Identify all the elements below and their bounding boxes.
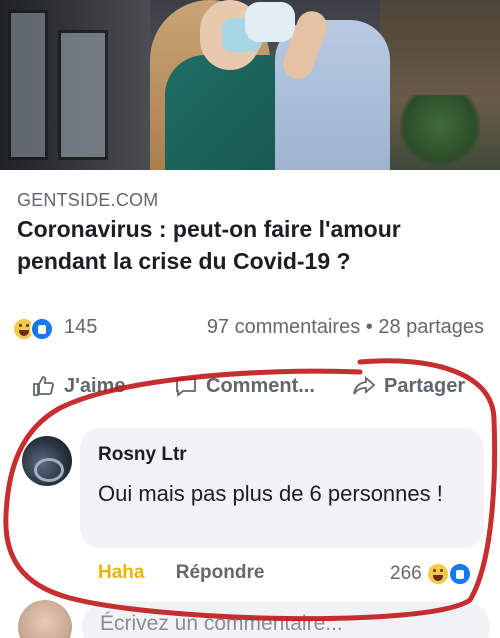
comment-input[interactable]: Écrivez un commentaire... xyxy=(82,602,490,638)
shares-count[interactable]: 28 partages xyxy=(378,316,484,338)
like-button[interactable]: J'aime xyxy=(32,374,125,398)
reply-button[interactable]: Répondre xyxy=(176,562,265,583)
share-label: Partager xyxy=(384,374,466,397)
article-source: GENTSIDE.COM xyxy=(17,190,159,210)
current-user-avatar xyxy=(18,600,72,638)
stats-separator: • xyxy=(365,316,373,338)
commenter-avatar[interactable] xyxy=(22,436,72,486)
haha-reaction-icon xyxy=(425,562,450,586)
comment-icon xyxy=(176,378,196,397)
comment-reactions[interactable]: 266 xyxy=(390,562,472,586)
share-button[interactable]: Partager xyxy=(352,374,465,398)
post-stats: 145 97 commentaires • 28 partages xyxy=(12,316,490,342)
article-image[interactable] xyxy=(0,0,500,170)
comment-button[interactable]: Comment... xyxy=(174,374,315,398)
like-reaction-icon xyxy=(30,317,54,341)
comment-author[interactable]: Rosny Ltr xyxy=(98,444,187,466)
thumbs-up-icon xyxy=(33,376,54,396)
comment-actions: Haha Répondre xyxy=(98,562,264,584)
like-label: J'aime xyxy=(64,374,126,397)
share-arrow-icon xyxy=(353,376,376,395)
comment-label: Comment... xyxy=(206,374,315,397)
reactions-count[interactable]: 145 xyxy=(64,316,97,339)
background-window xyxy=(58,30,108,160)
comment-reactions-count: 266 xyxy=(390,563,422,584)
comments-count[interactable]: 97 commentaires xyxy=(207,316,360,338)
comments-shares: 97 commentaires • 28 partages xyxy=(207,316,484,339)
like-reaction-icon xyxy=(447,562,472,586)
background-plant xyxy=(400,95,480,170)
comment-text: Oui mais pas plus de 6 personnes ! xyxy=(98,481,443,506)
post-actions: J'aime Comment... Partager xyxy=(0,368,500,404)
haha-button[interactable]: Haha xyxy=(98,562,144,583)
comment-bubble: Rosny Ltr Oui mais pas plus de 6 personn… xyxy=(80,428,484,548)
background-window xyxy=(8,10,48,160)
article-title[interactable]: Coronavirus : peut-on faire l'amour pend… xyxy=(17,213,487,277)
reaction-icons[interactable] xyxy=(12,317,54,341)
man-mask xyxy=(245,2,295,42)
